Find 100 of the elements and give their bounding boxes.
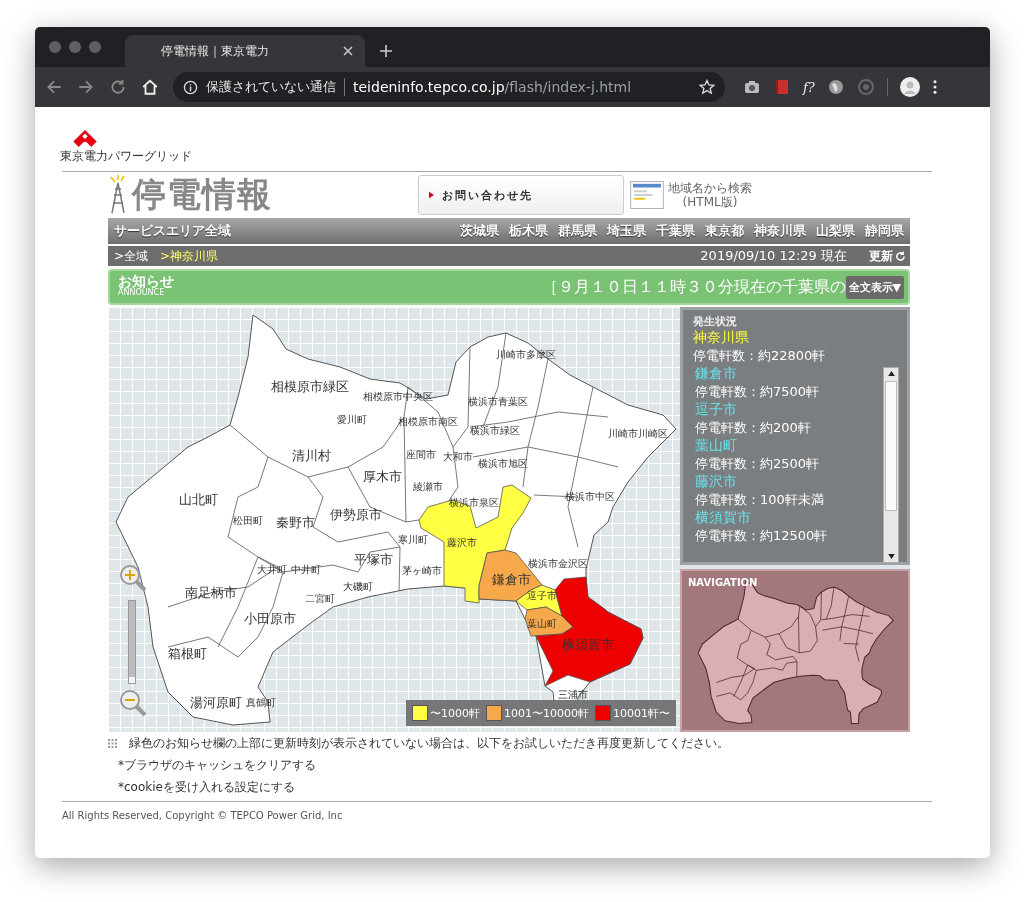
- show-full-text-button[interactable]: 全文表示▼: [845, 275, 904, 299]
- map-label: 葉山町: [527, 618, 557, 629]
- new-tab-icon[interactable]: [379, 44, 393, 58]
- grid-bullet-icon: [108, 739, 117, 748]
- map-label: 二宮町: [305, 593, 335, 604]
- power-tower-icon: [108, 175, 128, 215]
- city-name: 横須賀市: [695, 509, 752, 527]
- page-title: 停電情報: [132, 173, 273, 216]
- map-label: 清川村: [291, 447, 331, 463]
- map-label: 松田町: [233, 515, 263, 526]
- legend-label: 〜1000軒: [430, 705, 480, 721]
- map-label: 綾瀬市: [413, 481, 443, 492]
- map-label: 真鶴町: [246, 697, 276, 708]
- map-label: 中井町: [291, 564, 321, 575]
- zoom-slider[interactable]: [128, 600, 136, 684]
- breadcrumb-link[interactable]: >神奈川県: [160, 247, 219, 265]
- outage-count: 停電軒数：約12500軒: [695, 527, 828, 545]
- profile-avatar[interactable]: [899, 77, 920, 97]
- nav-link[interactable]: 茨城県: [460, 222, 499, 240]
- outage-count: 停電軒数：約200軒: [695, 419, 812, 437]
- scroll-down-icon[interactable]: [887, 554, 895, 559]
- map-label: 横浜市旭区: [478, 458, 528, 469]
- notice-item: *cookieを受け入れる設定にする: [118, 779, 296, 796]
- map-label: 大井町: [257, 564, 287, 575]
- city-name: 藤沢市: [695, 473, 738, 491]
- map-label: 藤沢市: [447, 537, 477, 548]
- menu-icon[interactable]: [931, 79, 938, 95]
- page-thumbnail-icon[interactable]: [630, 181, 664, 209]
- status-title: 発生状況: [693, 314, 738, 329]
- city-name: 鎌倉市: [695, 365, 738, 383]
- map-label: 平塚市: [353, 551, 393, 567]
- scrollbar[interactable]: [883, 367, 899, 563]
- map-label: 大和市: [443, 451, 473, 462]
- map-label: 横浜市金沢区: [528, 558, 588, 569]
- reload-icon[interactable]: [109, 78, 127, 96]
- browser-tab[interactable]: 停電情報｜東京電力: [125, 35, 365, 67]
- outage-count: 停電軒数：100軒未満: [695, 491, 825, 509]
- map-label: 寒川町: [398, 534, 428, 545]
- scroll-up-icon[interactable]: [887, 371, 895, 376]
- news-ticker: ［９月１０日１１時３０分現在の千葉県の: [541, 276, 846, 298]
- window-close-dot[interactable]: [49, 41, 61, 53]
- info-icon[interactable]: [183, 79, 198, 95]
- globe-icon[interactable]: [826, 78, 845, 96]
- nav-link[interactable]: 神奈川県: [754, 222, 806, 240]
- breadcrumb-link[interactable]: >全域: [114, 247, 149, 265]
- map-label: 秦野市: [275, 514, 315, 530]
- extension-label[interactable]: f?: [803, 79, 815, 95]
- navigation-title: NAVIGATION: [688, 577, 758, 588]
- refresh-button[interactable]: 更新: [859, 247, 906, 265]
- window-zoom-dot[interactable]: [89, 41, 101, 53]
- map-label: 横浜市緑区: [470, 425, 520, 436]
- forward-icon[interactable]: [77, 78, 95, 96]
- city-name: 逗子市: [695, 401, 738, 419]
- home-icon[interactable]: [141, 78, 159, 96]
- map-label: 三浦市: [558, 689, 588, 700]
- contact-button[interactable]: お問い合わせ先: [418, 175, 624, 215]
- camera-icon[interactable]: [743, 78, 761, 96]
- copyright-text: All Rights Reserved, Copyright © TEPCO Power Grid, Inc: [62, 810, 344, 821]
- refresh-icon: [895, 250, 906, 262]
- nav-link[interactable]: 東京都: [705, 222, 744, 240]
- map-label: 箱根町: [167, 645, 207, 661]
- html-version-label[interactable]: (HTML版): [682, 195, 738, 209]
- map-label: 茅ヶ崎市: [402, 565, 442, 576]
- map-label: 川崎市多摩区: [496, 349, 556, 360]
- window-minimize-dot[interactable]: [69, 41, 81, 53]
- map-label: 湯河原町: [190, 694, 242, 710]
- triangle-icon: [429, 191, 434, 199]
- timestamp: 2019/09/10 12:29 現在: [700, 247, 847, 265]
- logo-caption: 東京電力パワーグリッド: [60, 148, 192, 165]
- nav-link[interactable]: サービスエリア全域: [114, 222, 231, 240]
- map-label: 大磯町: [343, 581, 373, 592]
- search-by-area-link[interactable]: 地域名から検索: [668, 181, 752, 195]
- map-label: 相模原市南区: [398, 416, 458, 427]
- outage-count: 停電軒数：約2500軒: [695, 455, 821, 473]
- map-label: 伊勢原市: [330, 506, 382, 522]
- close-icon[interactable]: [343, 46, 353, 56]
- notice-item: *ブラウザのキャッシュをクリアする: [118, 757, 317, 774]
- legend-label: 1001〜10000軒: [504, 705, 589, 721]
- nav-link[interactable]: 埼玉県: [607, 222, 646, 240]
- map-label: 厚木市: [362, 468, 402, 484]
- zoom-slider-thumb[interactable]: [129, 677, 135, 683]
- back-icon[interactable]: [45, 78, 63, 96]
- map-label: 相模原市緑区: [271, 378, 349, 394]
- nav-link[interactable]: 山梨県: [816, 222, 855, 240]
- map-label: 相模原市中央区: [363, 391, 433, 402]
- outage-count: 停電軒数：約7500軒: [695, 383, 821, 401]
- scrollbar-thumb[interactable]: [885, 381, 897, 511]
- map-label: 横浜市青葉区: [468, 396, 528, 407]
- map-label: 小田原市: [244, 610, 296, 626]
- prefecture-name: 神奈川県: [693, 329, 750, 347]
- url-host: teideninfo.tepco.co.jp: [353, 79, 505, 95]
- map-label: 川崎市川崎区: [608, 428, 668, 439]
- nav-link[interactable]: 栃木県: [509, 222, 548, 240]
- nav-link[interactable]: 群馬県: [558, 222, 597, 240]
- nav-link[interactable]: 静岡県: [865, 222, 904, 240]
- magnifier-minus-icon: [118, 687, 148, 718]
- star-icon[interactable]: [699, 79, 715, 95]
- address-bar[interactable]: 保護されていない通信 teideninfo.tepco.co.jp/flash/index-j.html: [173, 72, 725, 102]
- nav-link[interactable]: 千葉県: [656, 222, 695, 240]
- security-label: 保護されていない通信: [206, 78, 336, 96]
